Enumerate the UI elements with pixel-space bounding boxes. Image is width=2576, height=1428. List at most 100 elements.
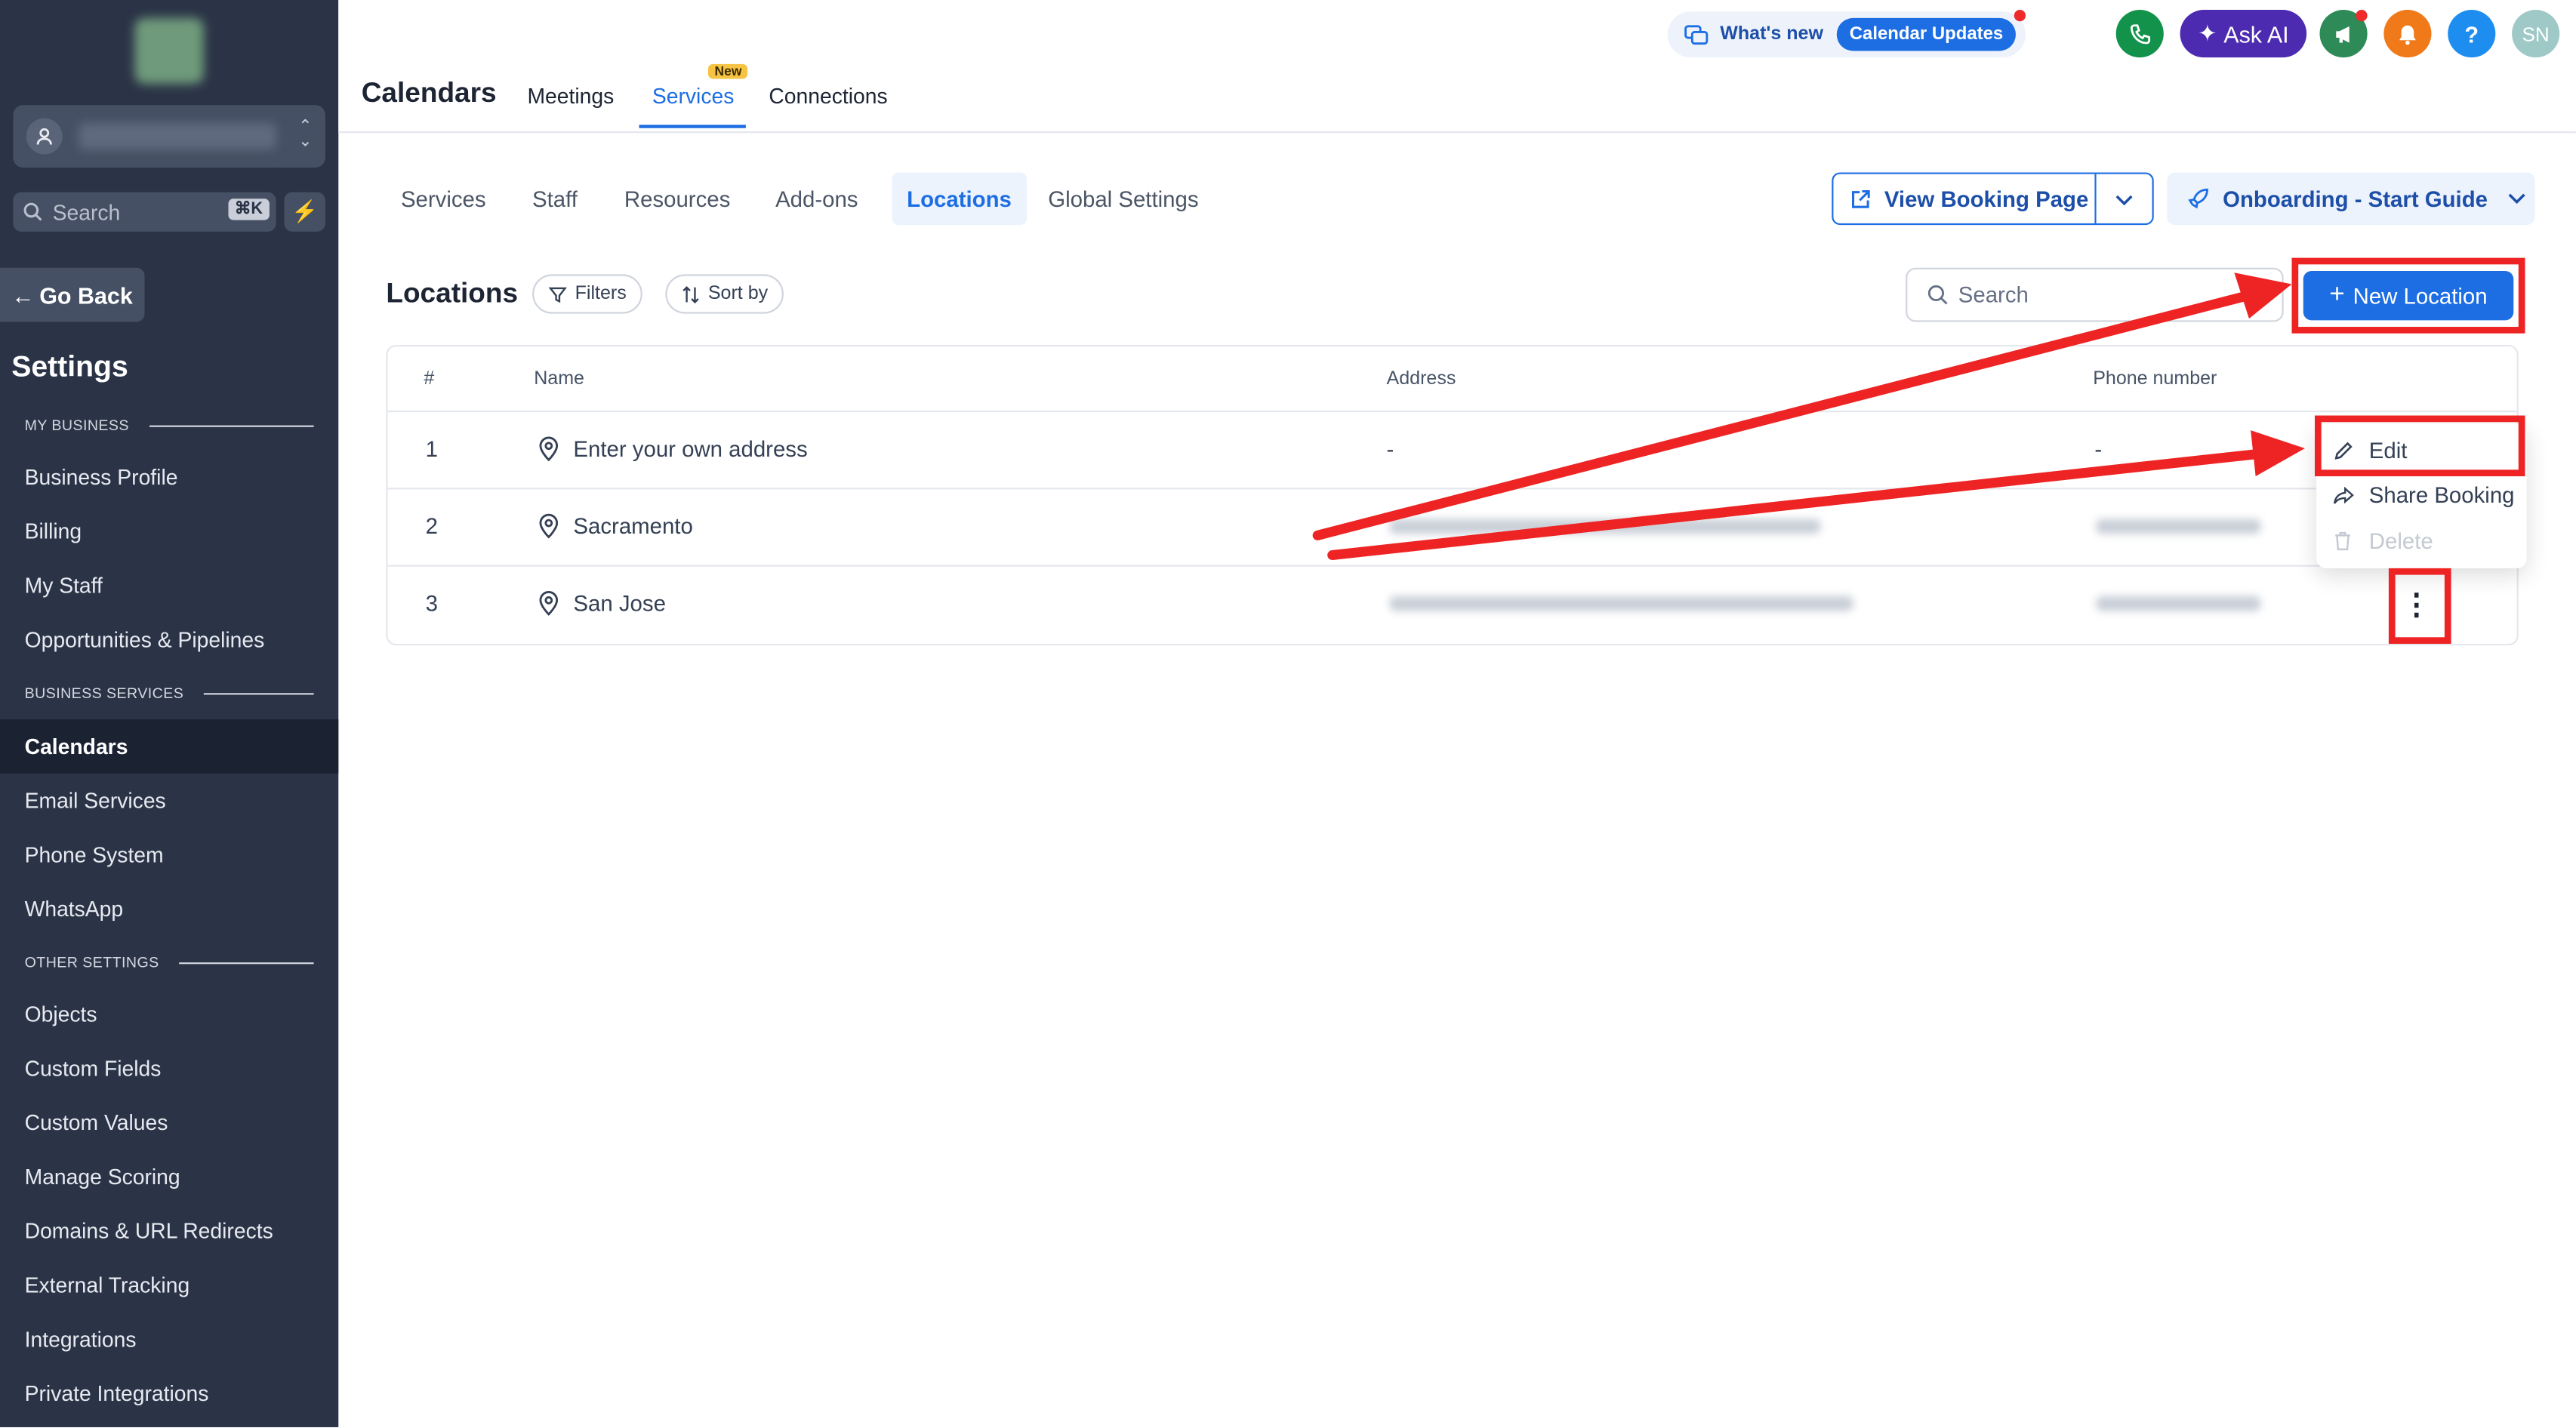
- sidebar-item-manage-scoring[interactable]: Manage Scoring: [0, 1149, 338, 1204]
- chat-bubbles-icon: [1684, 24, 1709, 45]
- plus-icon: +: [2329, 281, 2345, 309]
- location-name: Sacramento: [573, 514, 693, 539]
- location-address: -: [1386, 436, 1394, 462]
- phone-icon[interactable]: [2115, 10, 2164, 58]
- sort-icon: [682, 285, 700, 303]
- new-badge: New: [707, 63, 749, 79]
- new-location-button[interactable]: + New Location: [2303, 271, 2514, 321]
- active-tab-indicator: [639, 125, 746, 128]
- locations-table: # Name Address Phone number 1 Enter your…: [386, 344, 2519, 646]
- filters-button[interactable]: Filters: [532, 274, 643, 314]
- search-placeholder: Search: [1958, 282, 2029, 307]
- section-business-services: BUSINESS SERVICES: [25, 685, 314, 701]
- locations-search-input[interactable]: Search: [1906, 267, 2284, 322]
- account-name-blurred: [79, 123, 276, 150]
- delete-label: Delete: [2368, 528, 2433, 553]
- location-icon: [26, 118, 63, 155]
- section-my-business: MY BUSINESS: [25, 417, 314, 433]
- locations-title: Locations: [386, 277, 519, 309]
- sidebar-item-phone-system[interactable]: Phone System: [0, 828, 338, 882]
- help-icon[interactable]: ?: [2448, 10, 2496, 58]
- share-arrow-icon: [2333, 484, 2359, 505]
- sidebar: ⌃ ⌄ Search ⌘K ⚡ ← Go Back Settings MY BUS…: [0, 0, 339, 1427]
- location-name: San Jose: [573, 591, 666, 617]
- table-row[interactable]: 1 Enter your own address - -: [387, 411, 2517, 488]
- more-actions-icon[interactable]: ⋮: [2402, 586, 2431, 623]
- filters-label: Filters: [575, 284, 627, 304]
- subtab-add-ons[interactable]: Add-ons: [760, 172, 873, 225]
- subtab-staff[interactable]: Staff: [517, 172, 592, 225]
- subtab-locations[interactable]: Locations: [892, 172, 1027, 226]
- section-other-settings: OTHER SETTINGS: [25, 954, 314, 971]
- phone-blurred: [2096, 596, 2261, 611]
- sidebar-item-business-profile[interactable]: Business Profile: [0, 450, 338, 504]
- sidebar-title: Settings: [11, 349, 128, 383]
- go-back-button[interactable]: ← Go Back: [0, 267, 145, 322]
- edit-label: Edit: [2368, 437, 2408, 463]
- share-booking-menu-item[interactable]: Share Booking: [2316, 473, 2527, 516]
- bell-icon[interactable]: [2383, 10, 2432, 58]
- sidebar-search-placeholder: Search: [52, 199, 121, 225]
- table-row[interactable]: 3 San Jose ⋮: [387, 565, 2517, 642]
- new-location-label: New Location: [2353, 283, 2488, 309]
- row-actions-menu: Edit Share Booking Delete: [2316, 423, 2527, 568]
- column-header-name[interactable]: Name: [534, 370, 584, 389]
- search-icon: [1927, 284, 1948, 305]
- sidebar-item-opportunities[interactable]: Opportunities & Pipelines: [0, 613, 338, 667]
- map-pin-icon: [535, 512, 562, 539]
- sidebar-item-external-tracking[interactable]: External Tracking: [0, 1258, 338, 1313]
- onboarding-guide-button[interactable]: Onboarding - Start Guide: [2167, 172, 2535, 226]
- quick-action-bolt-icon[interactable]: ⚡: [284, 192, 325, 232]
- row-number: 1: [425, 436, 438, 462]
- sidebar-item-custom-values[interactable]: Custom Values: [0, 1095, 338, 1149]
- map-pin-icon: [535, 435, 562, 462]
- rocket-icon: [2186, 187, 2209, 210]
- sparkle-icon: ✦: [2198, 20, 2217, 46]
- sidebar-item-private-integrations[interactable]: Private Integrations: [0, 1366, 338, 1420]
- subtab-services[interactable]: Services: [386, 172, 501, 225]
- external-link-icon: [1850, 188, 1871, 209]
- ask-ai-button[interactable]: ✦ Ask AI: [2180, 10, 2307, 58]
- tab-services[interactable]: Services: [652, 84, 734, 109]
- location-name: Enter your own address: [573, 436, 808, 462]
- edit-menu-item[interactable]: Edit: [2316, 429, 2527, 472]
- sort-by-label: Sort by: [707, 284, 769, 304]
- chevron-down-icon[interactable]: [2097, 186, 2152, 211]
- account-switcher[interactable]: ⌃ ⌄: [13, 105, 325, 168]
- sidebar-item-calendars[interactable]: Calendars: [0, 719, 339, 774]
- user-avatar[interactable]: SN: [2512, 10, 2560, 58]
- search-shortcut: ⌘K: [227, 199, 270, 220]
- sidebar-item-billing[interactable]: Billing: [0, 504, 338, 559]
- whats-new-banner[interactable]: What's new Calendar Updates: [1667, 11, 2026, 58]
- sidebar-item-my-staff[interactable]: My Staff: [0, 559, 338, 613]
- location-phone: -: [2094, 436, 2103, 462]
- phone-blurred: [2096, 519, 2261, 534]
- sidebar-search[interactable]: Search ⌘K: [13, 192, 276, 232]
- view-booking-page-button[interactable]: View Booking Page: [1832, 172, 2154, 226]
- share-booking-label: Share Booking: [2368, 482, 2515, 507]
- search-icon: [23, 202, 42, 222]
- subtab-resources[interactable]: Resources: [609, 172, 745, 225]
- tab-connections[interactable]: Connections: [769, 84, 887, 109]
- pencil-icon: [2333, 439, 2359, 460]
- sort-by-button[interactable]: Sort by: [665, 274, 784, 314]
- sidebar-item-objects[interactable]: Objects: [0, 987, 338, 1042]
- sidebar-item-whatsapp[interactable]: WhatsApp: [0, 882, 338, 937]
- filter-icon: [548, 285, 567, 303]
- subtab-global-settings[interactable]: Global Settings: [1034, 172, 1213, 225]
- column-header-phone[interactable]: Phone number: [2093, 370, 2217, 389]
- map-pin-icon: [535, 589, 562, 616]
- tab-meetings[interactable]: Meetings: [527, 84, 614, 109]
- chevron-down-icon: [2507, 192, 2527, 205]
- sidebar-item-domains[interactable]: Domains & URL Redirects: [0, 1204, 338, 1258]
- sidebar-item-email-services[interactable]: Email Services: [0, 774, 338, 828]
- column-header-address[interactable]: Address: [1387, 370, 1456, 389]
- table-row[interactable]: 2 Sacramento: [387, 488, 2517, 565]
- calendar-updates-pill[interactable]: Calendar Updates: [1836, 17, 2017, 51]
- whats-new-label: What's new: [1720, 24, 1823, 45]
- sidebar-item-integrations[interactable]: Integrations: [0, 1313, 338, 1367]
- address-blurred: [1389, 596, 1853, 611]
- row-number: 2: [425, 514, 438, 539]
- sidebar-item-custom-fields[interactable]: Custom Fields: [0, 1042, 338, 1096]
- view-booking-page-label: View Booking Page: [1884, 186, 2089, 211]
